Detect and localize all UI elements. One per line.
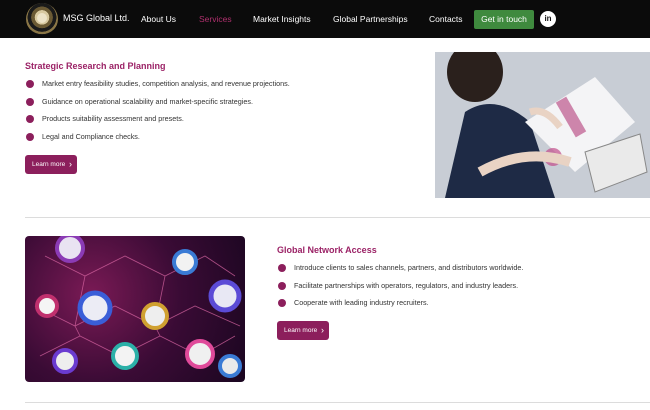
list-item: Legal and Compliance checks. (25, 132, 290, 150)
chevron-right-icon: › (321, 325, 324, 335)
list-item: Facilitate partnerships with operators, … (277, 281, 523, 299)
button-label: Learn more (284, 327, 318, 334)
bullet-dot-icon (278, 299, 286, 307)
casino-chips-network-image (25, 236, 245, 382)
list-item-text: Facilitate partnerships with operators, … (294, 280, 519, 290)
list-item-text: Market entry feasibility studies, compet… (42, 79, 290, 88)
bullet-dot-icon (26, 80, 34, 88)
nav-link-global-partnerships[interactable]: Global Partnerships (333, 14, 408, 24)
section-title-strategic-research: Strategic Research and Planning (25, 61, 166, 71)
strategic-research-bullet-list: Market entry feasibility studies, compet… (25, 79, 290, 149)
section-divider (25, 402, 650, 403)
list-item: Market entry feasibility studies, compet… (25, 79, 290, 97)
bullet-dot-icon (26, 132, 34, 141)
msg-logo-icon[interactable] (26, 3, 58, 35)
list-item-text: Legal and Compliance checks. (42, 131, 140, 141)
bullet-dot-icon (278, 264, 286, 272)
list-item-text: Products suitability assessment and pres… (42, 114, 184, 123)
chevron-right-icon: › (69, 159, 72, 169)
nav-link-services[interactable]: Services (199, 14, 232, 24)
list-item: Introduce clients to sales channels, par… (277, 263, 523, 281)
nav-link-market-insights[interactable]: Market Insights (253, 14, 311, 24)
bullet-dot-icon (26, 115, 34, 123)
bullet-dot-icon (278, 281, 286, 290)
nav-link-about-us[interactable]: About Us (141, 14, 176, 24)
list-item: Guidance on operational scalability and … (25, 97, 290, 115)
top-navigation: MSG Global Ltd. About Us Services Market… (0, 0, 650, 38)
brand-name[interactable]: MSG Global Ltd. (63, 13, 130, 23)
section-title-global-network: Global Network Access (277, 245, 377, 255)
chips-illustration (34, 236, 242, 378)
list-item: Products suitability assessment and pres… (25, 114, 290, 132)
list-item-text: Cooperate with leading industry recruite… (294, 298, 429, 307)
global-network-bullet-list: Introduce clients to sales channels, par… (277, 263, 523, 316)
linkedin-icon[interactable]: in (540, 11, 556, 27)
photo-illustration (435, 52, 650, 198)
business-analysis-photo (435, 52, 650, 198)
list-item-text: Introduce clients to sales channels, par… (294, 263, 524, 272)
nav-link-contacts[interactable]: Contacts (429, 14, 463, 24)
get-in-touch-button[interactable]: Get in touch (474, 10, 534, 29)
list-item-text: Guidance on operational scalability and … (42, 96, 253, 106)
learn-more-button-network[interactable]: Learn more › (277, 321, 329, 340)
learn-more-button-strategic[interactable]: Learn more › (25, 155, 77, 174)
section-divider (25, 217, 650, 218)
bullet-dot-icon (26, 97, 34, 106)
list-item: Cooperate with leading industry recruite… (277, 298, 523, 316)
button-label: Learn more (32, 161, 66, 168)
